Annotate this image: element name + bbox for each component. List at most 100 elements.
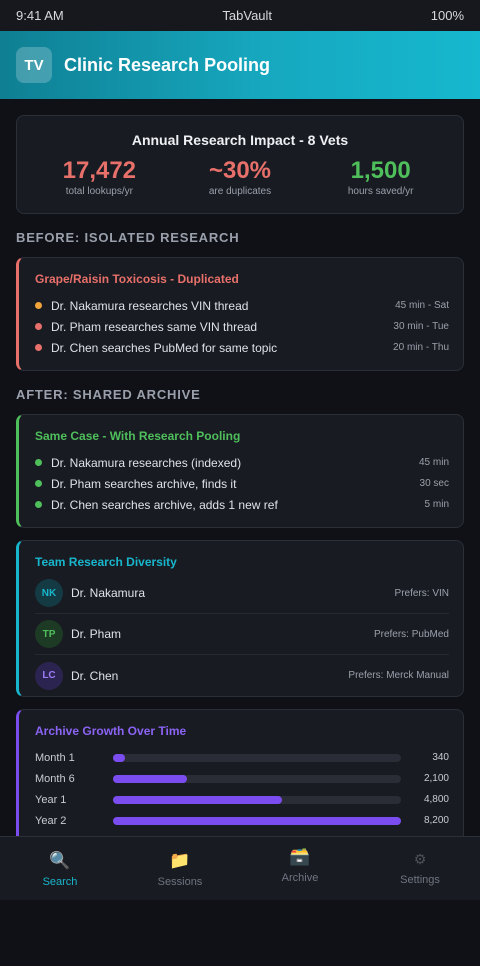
growth-row: Month 6 2,100: [35, 768, 449, 789]
nav-item-search[interactable]: 🔍 Search: [0, 837, 120, 900]
before-scenario-card: Grape/Raisin Toxicosis - Duplicated Dr. …: [16, 257, 464, 371]
page-title: Clinic Research Pooling: [64, 54, 271, 75]
timeline-meta: 45 min: [418, 457, 449, 468]
nav-label: Sessions: [157, 876, 203, 888]
growth-bar-track: [113, 774, 401, 783]
member-preference: Prefers: Merck Manual: [348, 670, 449, 681]
timeline-row: Dr. Nakamura researches VIN thread 45 mi…: [35, 295, 449, 316]
status-dot: [35, 501, 42, 508]
archive-growth-heading: Archive Growth Over Time: [35, 724, 187, 738]
growth-label: Year 1: [35, 793, 67, 806]
growth-bar-track: [113, 795, 401, 804]
impact-stat-label: are duplicates: [208, 186, 272, 197]
timeline-text: Dr. Chen searches PubMed for same topic: [51, 340, 278, 355]
status-battery: 100%: [430, 8, 464, 23]
impact-stat-hours-saved: 1,500 hours saved/yr: [311, 157, 451, 198]
team-member-row[interactable]: NK Dr. Nakamura Prefers: VIN: [35, 573, 449, 614]
status-dot: [35, 459, 42, 466]
card-file-box-icon: 🗃️: [289, 847, 311, 866]
impact-stats: 17,472 total lookups/yr ~30% are duplica…: [29, 157, 451, 198]
section-heading-before: BEFORE: ISOLATED RESEARCH: [16, 230, 240, 245]
gear-icon: ⚙: [413, 851, 427, 867]
nav-item-settings[interactable]: ⚙ Settings: [360, 837, 480, 900]
app-logo: TV: [16, 47, 52, 83]
nav-label: Settings: [400, 874, 440, 886]
after-scenario-heading: Same Case - With Research Pooling: [35, 429, 241, 443]
impact-title: Annual Research Impact - 8 Vets: [131, 132, 349, 148]
home-indicator-area: [0, 900, 480, 966]
app-header: TV Clinic Research Pooling: [0, 31, 480, 99]
member-name: Dr. Pham: [71, 627, 122, 641]
growth-label: Year 2: [35, 814, 67, 827]
growth-label: Month 6: [35, 772, 75, 785]
archive-growth-card: Archive Growth Over Time Month 1 340 Mon…: [16, 709, 464, 836]
impact-summary-card: Annual Research Impact - 8 Vets 17,472 t…: [16, 115, 464, 214]
timeline-row: Dr. Pham researches same VIN thread 30 m…: [35, 316, 449, 337]
growth-row: Year 1 4,800: [35, 789, 449, 810]
avatar: TP: [35, 620, 63, 648]
after-scenario-card: Same Case - With Research Pooling Dr. Na…: [16, 414, 464, 528]
nav-item-archive[interactable]: 🗃️ Archive: [240, 837, 360, 900]
timeline-row: Dr. Chen searches archive, adds 1 new re…: [35, 494, 449, 515]
growth-label: Month 1: [35, 751, 75, 764]
folder-icon: 📁: [169, 851, 191, 870]
bottom-nav: 🔍 Search 📁 Sessions 🗃️ Archive ⚙ Setting…: [0, 836, 480, 900]
timeline-text: Dr. Nakamura researches VIN thread: [51, 298, 249, 313]
timeline-text: Dr. Pham searches archive, finds it: [51, 476, 237, 491]
status-time: 9:41 AM: [16, 8, 64, 23]
growth-value: 340: [432, 752, 449, 763]
nav-label: Search: [42, 876, 78, 888]
timeline-row: Dr. Nakamura researches (indexed) 45 min: [35, 452, 449, 473]
before-scenario-heading: Grape/Raisin Toxicosis - Duplicated: [35, 272, 239, 286]
growth-row: Month 1 340: [35, 747, 449, 768]
status-dot: [35, 323, 42, 330]
growth-bar-fill: [113, 753, 125, 762]
timeline-row: Dr. Pham searches archive, finds it 30 s…: [35, 473, 449, 494]
nav-item-sessions[interactable]: 📁 Sessions: [120, 837, 240, 900]
growth-row: Year 2 8,200: [35, 810, 449, 831]
status-dot: [35, 480, 42, 487]
growth-bar-track: [113, 816, 401, 825]
timeline-meta: 45 min - Sat: [395, 300, 449, 311]
main-content[interactable]: Annual Research Impact - 8 Vets 17,472 t…: [0, 99, 480, 836]
timeline-meta: 20 min - Thu: [393, 342, 449, 353]
nav-label: Archive: [281, 872, 319, 884]
timeline-meta: 5 min: [424, 499, 449, 510]
impact-stat-lookups: 17,472 total lookups/yr: [29, 157, 169, 198]
avatar: LC: [35, 661, 63, 690]
growth-value: 2,100: [423, 773, 449, 784]
timeline-meta: 30 min - Tue: [393, 321, 449, 332]
member-name: Dr. Nakamura: [71, 586, 146, 600]
magnifier-icon: 🔍: [49, 851, 71, 870]
team-member-row[interactable]: TP Dr. Pham Prefers: PubMed: [35, 614, 449, 655]
status-dot: [35, 302, 42, 309]
timeline-text: Dr. Pham researches same VIN thread: [51, 319, 258, 334]
section-heading-after: AFTER: SHARED ARCHIVE: [16, 387, 201, 402]
team-member-row[interactable]: LC Dr. Chen Prefers: Merck Manual: [35, 655, 449, 696]
avatar: NK: [35, 579, 63, 607]
team-diversity-heading: Team Research Diversity: [35, 555, 177, 569]
member-name: Dr. Chen: [71, 668, 119, 683]
impact-stat-label: hours saved/yr: [347, 186, 414, 197]
timeline-meta: 30 sec: [419, 478, 449, 489]
status-app-name: TabVault: [222, 8, 273, 23]
timeline-row: Dr. Chen searches PubMed for same topic …: [35, 337, 449, 358]
impact-stat-value: 1,500: [350, 157, 411, 184]
growth-bar-fill: [113, 816, 401, 825]
growth-bar-fill: [113, 795, 282, 804]
status-bar: 9:41 AM TabVault 100%: [0, 0, 480, 31]
member-preference: Prefers: VIN: [394, 587, 449, 599]
member-preference: Prefers: PubMed: [373, 628, 449, 640]
growth-value: 8,200: [423, 815, 449, 826]
timeline-text: Dr. Nakamura researches (indexed): [51, 455, 242, 470]
growth-bar-track: [113, 753, 401, 762]
growth-value: 4,800: [423, 794, 449, 805]
status-dot: [35, 344, 42, 351]
impact-stat-duplicates: ~30% are duplicates: [170, 157, 310, 198]
timeline-text: Dr. Chen searches archive, adds 1 new re…: [51, 497, 278, 512]
impact-stat-label: total lookups/yr: [65, 186, 133, 197]
team-diversity-card: Team Research Diversity NK Dr. Nakamura …: [16, 540, 464, 697]
impact-stat-value: 17,472: [62, 157, 137, 184]
impact-stat-value: ~30%: [208, 157, 272, 184]
growth-bar-fill: [113, 774, 187, 783]
